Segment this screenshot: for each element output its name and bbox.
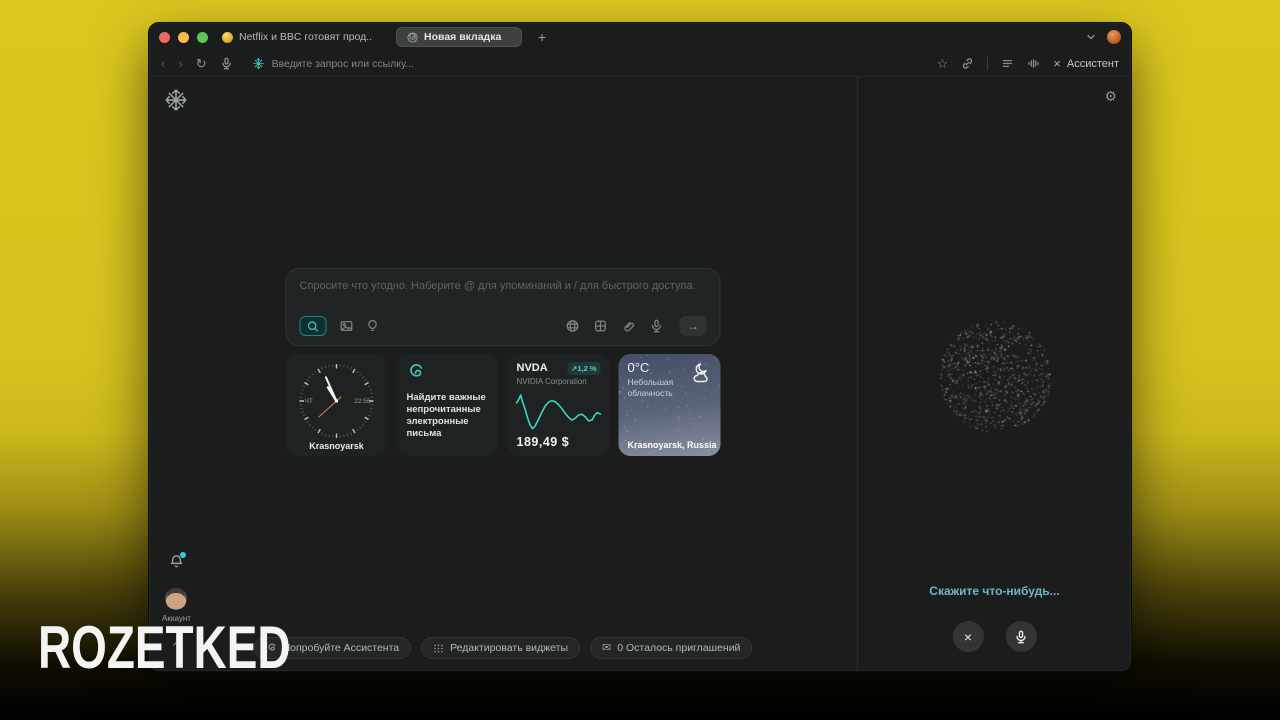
address-input[interactable] (272, 58, 512, 70)
mic-icon (650, 319, 664, 333)
particle-sphere (936, 317, 1054, 435)
stock-sparkline (515, 388, 603, 434)
clock-day-label: ЧТ (305, 398, 313, 405)
browser-logo (163, 87, 189, 113)
clock-city-label: Krasnoyarsk (286, 441, 388, 451)
close-icon: × (964, 629, 972, 645)
tab-label: Новая вкладка (424, 31, 501, 43)
window-controls (159, 32, 208, 43)
email-suggestion-widget[interactable]: Найдите важные непрочитанные электронные… (397, 354, 499, 456)
envelope-icon: ✉ (602, 643, 611, 654)
email-suggestion-text: Найдите важные непрочитанные электронные… (407, 392, 493, 440)
lightbulb-icon (366, 319, 380, 333)
search-mode-button[interactable] (300, 316, 327, 336)
assistant-panel: ⚙ Скажите что-нибудь... × (857, 77, 1131, 671)
mic-icon (1014, 630, 1028, 644)
account-avatar[interactable] (165, 588, 187, 610)
new-tab-button[interactable]: + (538, 30, 546, 44)
assistant-hint: Скажите что-нибудь... (858, 584, 1131, 598)
edit-widgets-button[interactable]: Редактировать виджеты (421, 637, 580, 659)
tab-label: Netflix и BBC готовят прод... (239, 31, 372, 43)
chevron-down-icon[interactable] (1085, 31, 1097, 43)
close-assistant-button[interactable]: × Ассистент (1053, 56, 1119, 71)
ideas-button[interactable] (361, 316, 385, 336)
close-icon: × (1053, 56, 1061, 71)
web-search-toggle[interactable] (566, 319, 580, 333)
clock-widget[interactable]: ЧТ 22:56 Krasnoyarsk (286, 354, 388, 456)
prompt-input[interactable] (300, 280, 707, 306)
clock-minute-hand (326, 377, 337, 401)
button-label: Попробуйте Ассистента (283, 642, 400, 654)
apps-button[interactable] (594, 319, 608, 333)
assistant-logo-icon (407, 32, 418, 43)
stock-company: NVIDIA Corporation (517, 377, 601, 386)
rozetked-watermark: ROZETKED (38, 612, 291, 682)
browser-window: Netflix и BBC готовят прод... Новая вкла… (148, 22, 1132, 672)
copy-link-icon[interactable] (961, 57, 974, 70)
button-label: 0 Осталось приглашений (617, 642, 740, 654)
attach-button[interactable] (622, 319, 636, 333)
weather-location: Krasnoyarsk, Russia (628, 440, 717, 450)
reader-list-icon[interactable] (1001, 57, 1014, 70)
browser-logo-icon (252, 57, 265, 70)
search-icon (307, 320, 320, 333)
notifications-button[interactable] (169, 554, 184, 574)
site-favicon (222, 32, 233, 43)
close-window-button[interactable] (159, 32, 170, 43)
tab-netflix-article[interactable]: Netflix и BBC готовят прод... (222, 31, 372, 43)
stock-price: 189,49 $ (517, 435, 570, 449)
assistant-button-label: Ассистент (1067, 58, 1119, 70)
notification-badge (180, 552, 186, 558)
globe-icon (566, 319, 580, 333)
desktop: { "tabs": { "background_tab": "Netflix и… (0, 0, 1280, 720)
settings-gear-icon[interactable]: ⚙ (1104, 89, 1117, 103)
submit-arrow-button[interactable]: → (680, 316, 707, 336)
toolbar-divider (987, 57, 988, 70)
bookmark-star-icon[interactable]: ☆ (937, 57, 949, 70)
weather-temp: 0°C (628, 360, 650, 375)
weather-condition: Небольшая облачность (628, 377, 686, 398)
dismiss-assistant-button[interactable]: × (953, 621, 984, 652)
invites-button[interactable]: ✉ 0 Осталось приглашений (590, 637, 752, 659)
image-mode-button[interactable] (335, 316, 359, 336)
new-tab-page: → ЧТ 22:56 (149, 77, 857, 671)
forward-icon[interactable]: › (178, 57, 182, 70)
address-bar[interactable] (252, 57, 924, 70)
widgets-row: ЧТ 22:56 Krasnoyarsk Найдите важные непр… (286, 354, 721, 456)
back-icon[interactable]: ‹ (161, 57, 165, 70)
weather-widget[interactable]: 0°C Небольшая облачность Krasnoyarsk, Ru… (619, 354, 721, 456)
reload-icon[interactable]: ↻ (196, 57, 207, 70)
stock-widget[interactable]: NVDA ↗1,2 % NVIDIA Corporation 189,49 $ (508, 354, 610, 456)
profile-avatar[interactable] (1107, 30, 1121, 44)
fullscreen-window-button[interactable] (197, 32, 208, 43)
clock-digital-time: 22:56 (354, 398, 370, 405)
attachment-icon (622, 319, 636, 333)
stock-ticker: NVDA (517, 362, 548, 374)
voice-equalizer-icon[interactable] (1027, 57, 1040, 70)
toolbar: ‹ › ↻ ☆ × Ассистент (149, 51, 1131, 77)
apps-grid-icon (594, 319, 608, 333)
stock-change-badge: ↗1,2 % (567, 362, 600, 375)
assistant-swirl-icon (406, 363, 426, 383)
voice-input-button[interactable] (650, 319, 664, 333)
minimize-window-button[interactable] (178, 32, 189, 43)
tab-new-tab[interactable]: Новая вкладка (396, 27, 522, 47)
image-icon (340, 319, 354, 333)
moon-cloud-icon (690, 362, 714, 384)
assistant-mic-button[interactable] (1006, 621, 1037, 652)
ask-anything-box[interactable]: → (286, 268, 721, 346)
dots-grid-icon (433, 643, 444, 654)
mic-icon[interactable] (220, 57, 233, 70)
button-label: Редактировать виджеты (450, 642, 568, 654)
tab-bar: Netflix и BBC готовят прод... Новая вкла… (149, 23, 1131, 51)
